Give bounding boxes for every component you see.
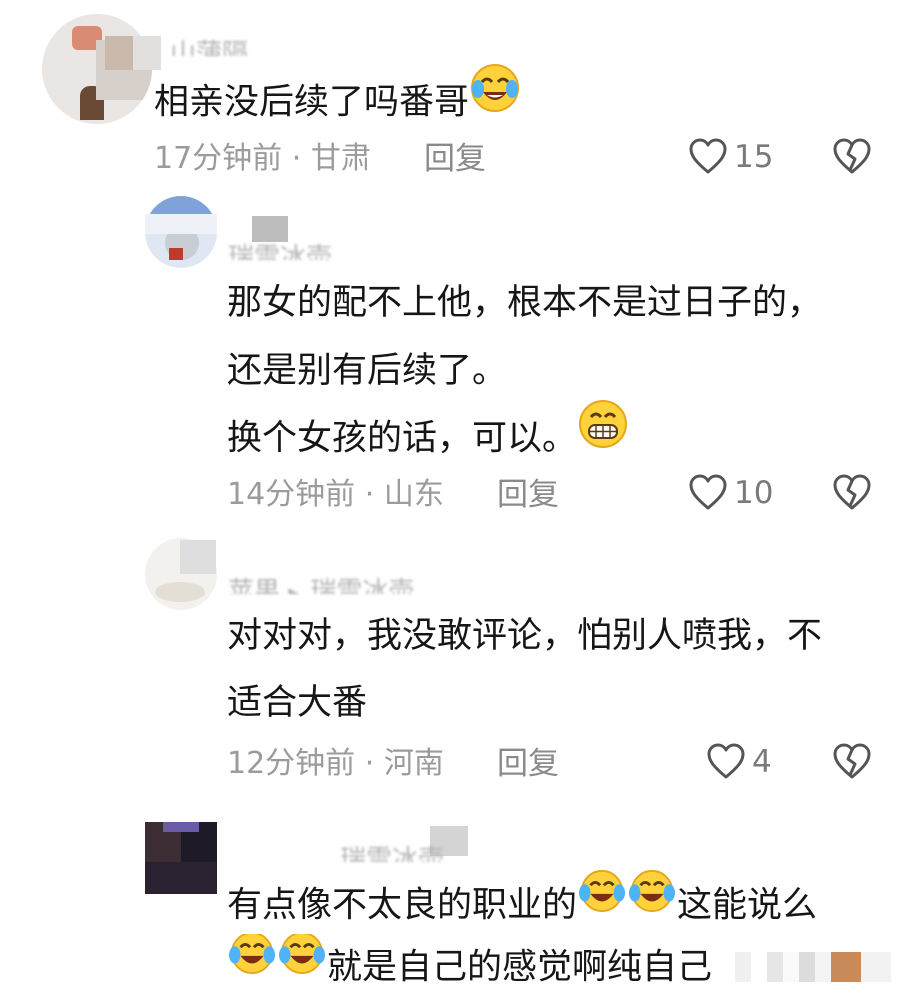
heart-icon <box>689 138 727 174</box>
reply-to-username: 瑞雪冰壶 <box>310 577 415 594</box>
separator: · <box>364 477 375 512</box>
comment-time: 12分钟前 <box>227 746 356 781</box>
comment-text: 换个女孩的话，可以。 <box>227 400 629 477</box>
dislike-button[interactable] <box>832 137 872 181</box>
broken-heart-icon <box>833 474 871 510</box>
comment-location: 山东 <box>383 477 444 512</box>
reply-arrow-icon: ▶ <box>288 584 302 594</box>
broken-heart-icon <box>833 743 871 779</box>
grinning-emoji-icon <box>577 398 629 473</box>
mosaic-block <box>180 540 216 574</box>
comment-text-line: 那女的配不上他，根本不是过日子的， <box>227 283 823 323</box>
dislike-button[interactable] <box>832 473 872 517</box>
mosaic-block <box>105 36 161 70</box>
comment-text: 有点像不太良的职业的 这能说么 <box>227 869 817 941</box>
separator: · <box>291 141 302 176</box>
username[interactable]: 山蒲隔 <box>170 34 248 56</box>
comment-location: 河南 <box>383 746 444 781</box>
comment-text-line: 还是别有后续了。 <box>227 351 508 391</box>
crying-laughing-emoji-icon <box>469 62 521 137</box>
comment-time: 14分钟前 <box>227 477 356 512</box>
comment-meta: 14分钟前 · 山东 <box>227 475 444 515</box>
crying-laughing-emoji-icon <box>577 868 627 937</box>
username[interactable]: 苹果 ▶ 瑞雪冰壶 <box>228 572 414 594</box>
comment-time: 17分钟前 <box>154 141 283 176</box>
like-button[interactable]: 10 <box>688 473 773 513</box>
username[interactable]: 瑞雪冰壶 <box>228 238 332 260</box>
avatar[interactable] <box>145 822 217 894</box>
comment-text-line: 对对对，我没敢评论，怕别人喷我，不 <box>227 616 823 656</box>
comment-meta: 12分钟前 · 河南 <box>227 744 444 784</box>
crying-laughing-emoji-icon <box>227 934 277 982</box>
comment-meta: 17分钟前 · 甘肃 <box>154 139 371 179</box>
reply-button[interactable]: 回复 <box>497 744 559 784</box>
like-button[interactable]: 4 <box>706 742 772 782</box>
like-count: 15 <box>734 139 774 175</box>
like-count: 4 <box>752 744 772 780</box>
comment-text: 相亲没后续了吗番哥 <box>154 64 521 141</box>
comment-location: 甘肃 <box>310 141 371 176</box>
mosaic-block <box>735 952 891 982</box>
broken-heart-icon <box>833 138 871 174</box>
username[interactable]: 瑞雪冰壶 <box>340 840 444 862</box>
comment-text: 就是自己的感觉啊纯自己 <box>227 934 712 982</box>
mosaic-block <box>145 214 217 234</box>
reply-button[interactable]: 回复 <box>497 475 559 515</box>
like-button[interactable]: 15 <box>688 137 773 177</box>
comment-text-line: 适合大番 <box>227 683 368 723</box>
crying-laughing-emoji-icon <box>627 868 677 937</box>
reply-button[interactable]: 回复 <box>424 139 486 179</box>
dislike-button[interactable] <box>832 742 872 786</box>
heart-icon <box>689 474 727 510</box>
separator: · <box>364 746 375 781</box>
crying-laughing-emoji-icon <box>277 934 327 982</box>
like-count: 10 <box>734 475 774 511</box>
heart-icon <box>707 743 745 779</box>
